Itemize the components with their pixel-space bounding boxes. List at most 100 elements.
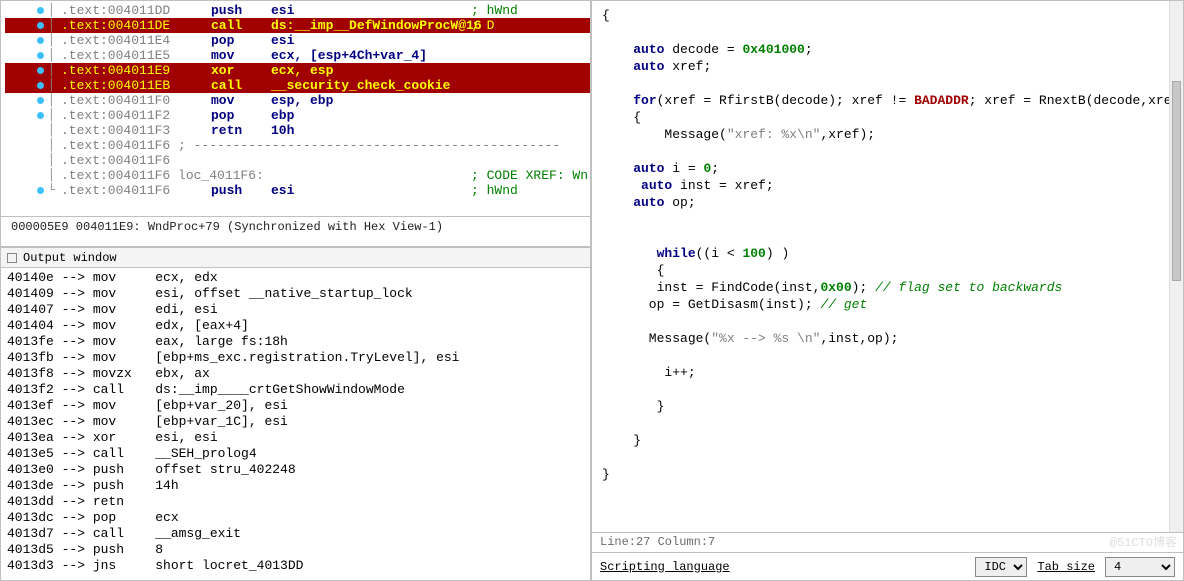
mnemonic: push — [211, 3, 271, 18]
address: .text:004011F6 — [61, 153, 211, 168]
comment — [471, 78, 590, 93]
script-line — [602, 347, 1173, 364]
script-line — [602, 24, 1173, 41]
output-line: 4013f8 --> movzx ebx, ax — [7, 366, 584, 382]
comment — [471, 138, 590, 153]
disasm-line[interactable]: │.text:004011E4popesi — [5, 33, 590, 48]
script-line: auto xref; — [602, 58, 1173, 75]
operands: esi — [271, 183, 471, 198]
script-line — [602, 75, 1173, 92]
output-line: 4013d5 --> push 8 — [7, 542, 584, 558]
comment: ; hWnd — [471, 183, 590, 198]
script-status: Line:27 Column:7 — [592, 532, 1183, 552]
output-line: 40140e --> mov ecx, edx — [7, 270, 584, 286]
breakpoint-bullet-icon[interactable] — [37, 37, 44, 44]
script-line — [602, 313, 1173, 330]
tab-size-select[interactable]: 4 — [1105, 557, 1175, 577]
address: .text:004011E4 — [61, 33, 211, 48]
output-text[interactable]: 40140e --> mov ecx, edx401409 --> mov es… — [1, 268, 590, 580]
address: .text:004011F3 — [61, 123, 211, 138]
disasm-line[interactable]: │.text:004011F6 loc_4011F6:; CODE XREF: … — [5, 168, 590, 183]
disasm-line[interactable]: │.text:004011F6 — [5, 153, 590, 168]
operands — [271, 168, 471, 183]
script-editor[interactable]: { auto decode = 0x401000; auto xref; for… — [592, 1, 1183, 532]
output-line: 401409 --> mov esi, offset __native_star… — [7, 286, 584, 302]
scripting-language-select[interactable]: IDC — [975, 557, 1027, 577]
disasm-line[interactable]: │.text:004011E9xorecx, esp — [5, 63, 590, 78]
operands: esi — [271, 33, 471, 48]
operands: ecx, esp — [271, 63, 471, 78]
breakpoint-bullet-icon[interactable] — [37, 67, 44, 74]
operands: __security_check_cookie — [271, 78, 471, 93]
script-panel: { auto decode = 0x401000; auto xref; for… — [591, 0, 1184, 581]
comment — [471, 123, 590, 138]
breakpoint-bullet-icon[interactable] — [37, 187, 44, 194]
disasm-line[interactable]: │.text:004011DDpushesi; hWnd — [5, 3, 590, 18]
script-line: Message("%x --> %s \n",inst,op); — [602, 330, 1173, 347]
mnemonic: mov — [211, 93, 271, 108]
breakpoint-bullet-icon[interactable] — [37, 112, 44, 119]
script-line — [602, 449, 1173, 466]
disasm-line[interactable]: │.text:004011EBcall__security_check_cook… — [5, 78, 590, 93]
script-line: } — [602, 432, 1173, 449]
operands: esi — [271, 3, 471, 18]
output-line: 4013d7 --> call __amsg_exit — [7, 526, 584, 542]
disasm-line[interactable]: └.text:004011F6pushesi; hWnd — [5, 183, 590, 198]
breakpoint-bullet-icon[interactable] — [37, 97, 44, 104]
output-line: 4013dd --> retn — [7, 494, 584, 510]
disasm-line[interactable]: │.text:004011F0movesp, ebp — [5, 93, 590, 108]
script-line — [602, 211, 1173, 228]
disasm-line[interactable]: │.text:004011E5movecx, [esp+4Ch+var_4] — [5, 48, 590, 63]
operands: esp, ebp — [271, 93, 471, 108]
output-line: 4013e0 --> push offset stru_402248 — [7, 462, 584, 478]
disassembly-status: 000005E9 004011E9: WndProc+79 (Synchroni… — [1, 216, 590, 236]
mnemonic: retn — [211, 123, 271, 138]
script-line: auto inst = xref; — [602, 177, 1173, 194]
mnemonic — [211, 138, 271, 153]
address: .text:004011F0 — [61, 93, 211, 108]
scrollbar-thumb[interactable] — [1172, 81, 1181, 281]
output-title-bar[interactable]: Output window — [1, 248, 590, 268]
script-line: { — [602, 109, 1173, 126]
mnemonic: call — [211, 18, 271, 33]
script-line: } — [602, 466, 1173, 483]
operands — [271, 138, 471, 153]
comment: ; hWnd — [471, 3, 590, 18]
comment — [471, 93, 590, 108]
comment — [471, 48, 590, 63]
address: .text:004011DE — [61, 18, 211, 33]
output-line: 4013fb --> mov [ebp+ms_exc.registration.… — [7, 350, 584, 366]
disassembly-listing[interactable]: │.text:004011DDpushesi; hWnd│.text:00401… — [1, 1, 590, 216]
output-line: 4013e5 --> call __SEH_prolog4 — [7, 446, 584, 462]
script-line: inst = FindCode(inst,0x00); // flag set … — [602, 279, 1173, 296]
script-scrollbar[interactable] — [1169, 1, 1183, 532]
operands: ds:__imp__DefWindowProcW@16 — [271, 18, 471, 33]
address: .text:004011F2 — [61, 108, 211, 123]
output-title-text: Output window — [23, 251, 117, 265]
breakpoint-bullet-icon[interactable] — [37, 82, 44, 89]
output-line: 4013de --> push 14h — [7, 478, 584, 494]
scripting-language-label: Scripting language — [600, 560, 730, 574]
address: .text:004011F6 ; -----------------------… — [61, 138, 211, 153]
disasm-line[interactable]: │.text:004011F3retn10h — [5, 123, 590, 138]
address: .text:004011EB — [61, 78, 211, 93]
output-line: 4013ea --> xor esi, esi — [7, 430, 584, 446]
comment: ; CODE XREF: Wn — [471, 168, 590, 183]
breakpoint-bullet-icon[interactable] — [37, 7, 44, 14]
breakpoint-bullet-icon[interactable] — [37, 52, 44, 59]
output-line: 4013ef --> mov [ebp+var_20], esi — [7, 398, 584, 414]
breakpoint-bullet-icon[interactable] — [37, 22, 44, 29]
disasm-line[interactable]: │.text:004011F2popebp — [5, 108, 590, 123]
script-line: i++; — [602, 364, 1173, 381]
tab-size-label: Tab size — [1037, 560, 1095, 574]
address: .text:004011E9 — [61, 63, 211, 78]
disasm-line[interactable]: │.text:004011DEcallds:__imp__DefWindowPr… — [5, 18, 590, 33]
comment: ; D — [471, 18, 590, 33]
disasm-line[interactable]: │.text:004011F6 ; ----------------------… — [5, 138, 590, 153]
output-line: 401407 --> mov edi, esi — [7, 302, 584, 318]
output-window-icon — [7, 253, 17, 263]
script-line: Message("xref: %x\n",xref); — [602, 126, 1173, 143]
output-panel: Output window 40140e --> mov ecx, edx401… — [0, 247, 591, 581]
mnemonic: pop — [211, 33, 271, 48]
disassembly-panel: │.text:004011DDpushesi; hWnd│.text:00401… — [0, 0, 591, 247]
